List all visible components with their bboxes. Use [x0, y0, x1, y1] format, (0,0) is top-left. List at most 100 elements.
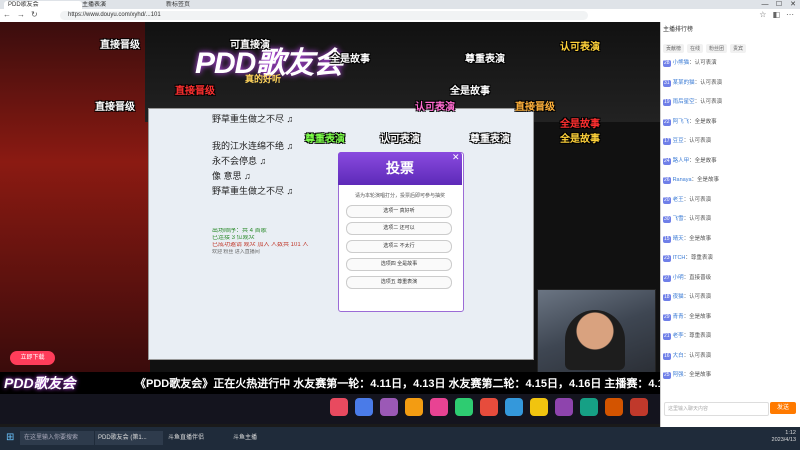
message-text: 直接晋级 [689, 274, 712, 281]
vote-option-1[interactable]: 选项一 真好听 [346, 205, 452, 218]
username[interactable]: 飞雪 [673, 216, 684, 222]
tab-vip[interactable]: 贵宾 [730, 44, 747, 53]
chat-message: 25 阿强：全是故事 [663, 370, 797, 381]
danmaku: 尊重表演 [470, 134, 510, 145]
tab-contribution[interactable]: 贡献榜 [663, 44, 685, 53]
level-badge: 16 [663, 352, 671, 360]
gift-icon[interactable] [380, 398, 398, 416]
gift-icon[interactable] [555, 398, 573, 416]
system-messages: 出场顺序：共 4 首歌 已连接 3 位观众 已成功邀请 观众 加入 人数共 10… [212, 228, 347, 256]
username[interactable]: 小熊猫 [673, 60, 690, 66]
message-text: 认可表演 [689, 196, 712, 203]
gift-icon[interactable] [530, 398, 548, 416]
system-line: 欢迎 粉丝 进入直播间 [212, 249, 260, 255]
message-text: 尊重表演 [689, 333, 712, 339]
chat-input[interactable]: 这里输入聊天内容 [664, 402, 769, 416]
taskbar-item[interactable]: 斗鱼主播 [230, 431, 288, 445]
taskbar-item[interactable]: 斗鱼直播伴侣 [165, 431, 228, 445]
star-icon[interactable]: ☆ [759, 10, 766, 19]
username[interactable]: 小明 [673, 275, 684, 281]
back-icon[interactable]: ← [3, 10, 11, 19]
message-text: 全是故事 [694, 157, 717, 164]
show-logo-sub: 真的好听 [245, 74, 282, 84]
reload-icon[interactable]: ↻ [31, 10, 38, 19]
level-badge: 28 [663, 60, 671, 67]
gift-icon[interactable] [430, 398, 448, 416]
menu-icon[interactable]: ⋯ [786, 10, 794, 19]
gift-icon[interactable] [630, 398, 648, 416]
gift-icon[interactable] [480, 398, 498, 416]
message-text: 认可表演 [694, 60, 717, 66]
chat-message: 29 青青：全是故事 [663, 312, 797, 323]
chat-message: 15 晴天：全是故事 [663, 234, 797, 245]
username[interactable]: 夜猫 [673, 294, 684, 300]
username[interactable]: 老李 [673, 333, 684, 339]
level-badge: 19 [663, 99, 671, 106]
minimize-icon[interactable]: — [758, 0, 772, 9]
message-text: 认可表演 [689, 138, 712, 144]
tab-fans[interactable]: 粉丝团 [706, 44, 728, 53]
gift-icon[interactable] [405, 398, 423, 416]
username[interactable]: 晴天 [673, 236, 684, 242]
panel-tabs: 贡献榜 在线 粉丝团 贵宾 [663, 44, 747, 53]
taskbar-item[interactable]: PDD歌友会 (第1... [95, 431, 163, 445]
gift-icon[interactable] [580, 398, 598, 416]
vote-option-4[interactable]: 选项四 全是故事 [346, 258, 452, 271]
chat-message: 31 某某的猫：认可表演 [663, 78, 797, 89]
vote-option-3[interactable]: 选项三 不太行 [346, 240, 452, 253]
send-button[interactable]: 发送 [770, 402, 796, 414]
username[interactable]: 豆豆 [673, 138, 684, 144]
windows-start-icon[interactable]: ⊞ [6, 432, 14, 443]
username[interactable]: 某某的猫 [673, 80, 695, 86]
gift-icon[interactable] [455, 398, 473, 416]
vote-option-5[interactable]: 选项五 尊重表演 [346, 276, 452, 289]
lyric-line: 永不会停息 ♫ [212, 156, 267, 166]
level-badge: 15 [663, 235, 671, 243]
username[interactable]: 雨后星空 [673, 99, 695, 105]
username[interactable]: 青青 [673, 314, 684, 320]
gift-icon[interactable] [330, 398, 348, 416]
system-line: 已连接 3 位观众 [212, 235, 255, 241]
nav-buttons: ← → ↻ [3, 10, 38, 19]
tab-new[interactable]: 新标签页 [162, 1, 220, 9]
extension-icon[interactable]: ◧ [772, 10, 780, 19]
username[interactable]: 阿飞飞 [673, 119, 690, 125]
level-badge: 25 [663, 372, 671, 379]
vote-title: 投票 [386, 160, 414, 176]
danmaku: 可直接演 [230, 40, 270, 51]
username[interactable]: 路人甲 [673, 158, 690, 164]
chat-message: 21 老李：尊重表演 [663, 331, 797, 342]
tab-pdd[interactable]: PDD歌友会 [4, 1, 82, 9]
download-button[interactable]: 立即下载 [10, 351, 55, 365]
danmaku: 认可表演 [415, 102, 455, 113]
ticker-logo: PDD歌友会 [4, 375, 76, 391]
tab-show[interactable]: 主播表演 [78, 1, 166, 9]
danmaku: 直接晋级 [95, 102, 135, 113]
level-badge: 18 [663, 294, 671, 301]
danmaku: 认可表演 [380, 134, 420, 145]
close-icon[interactable]: ✕ [452, 152, 460, 163]
chat-message: 18 夜猫：认可表演 [663, 292, 797, 303]
gift-icon[interactable] [355, 398, 373, 416]
close-icon[interactable]: ✕ [786, 0, 800, 9]
system-line: 出场顺序：共 4 首歌 [212, 228, 267, 234]
vote-option-2[interactable]: 选项二 还可以 [346, 222, 452, 235]
gift-icon[interactable] [505, 398, 523, 416]
forward-icon[interactable]: → [17, 10, 25, 19]
chat-message: 19 雨后星空：认可表演 [663, 97, 797, 108]
chat-message: 16 大白：认可表演 [663, 351, 797, 362]
username[interactable]: 阿强 [673, 372, 684, 378]
chat-message: 17 豆豆：认可表演 [663, 136, 797, 147]
gift-icon[interactable] [605, 398, 623, 416]
tab-online[interactable]: 在线 [687, 44, 704, 53]
url-input[interactable]: https://www.douyu.com/xyhd/...101 [60, 11, 588, 20]
maximize-icon[interactable]: ☐ [772, 0, 786, 9]
username[interactable]: 老王 [673, 197, 684, 203]
level-badge: 24 [663, 157, 671, 165]
chat-message: 20 老王：认可表演 [663, 195, 797, 206]
taskbar-search[interactable]: 在这里输入你要搜索 [20, 431, 94, 445]
username[interactable]: ITCH [673, 255, 686, 261]
username[interactable]: 大白 [673, 353, 684, 359]
username[interactable]: Ranaya [673, 177, 692, 183]
danmaku: 尊重表演 [465, 54, 505, 65]
